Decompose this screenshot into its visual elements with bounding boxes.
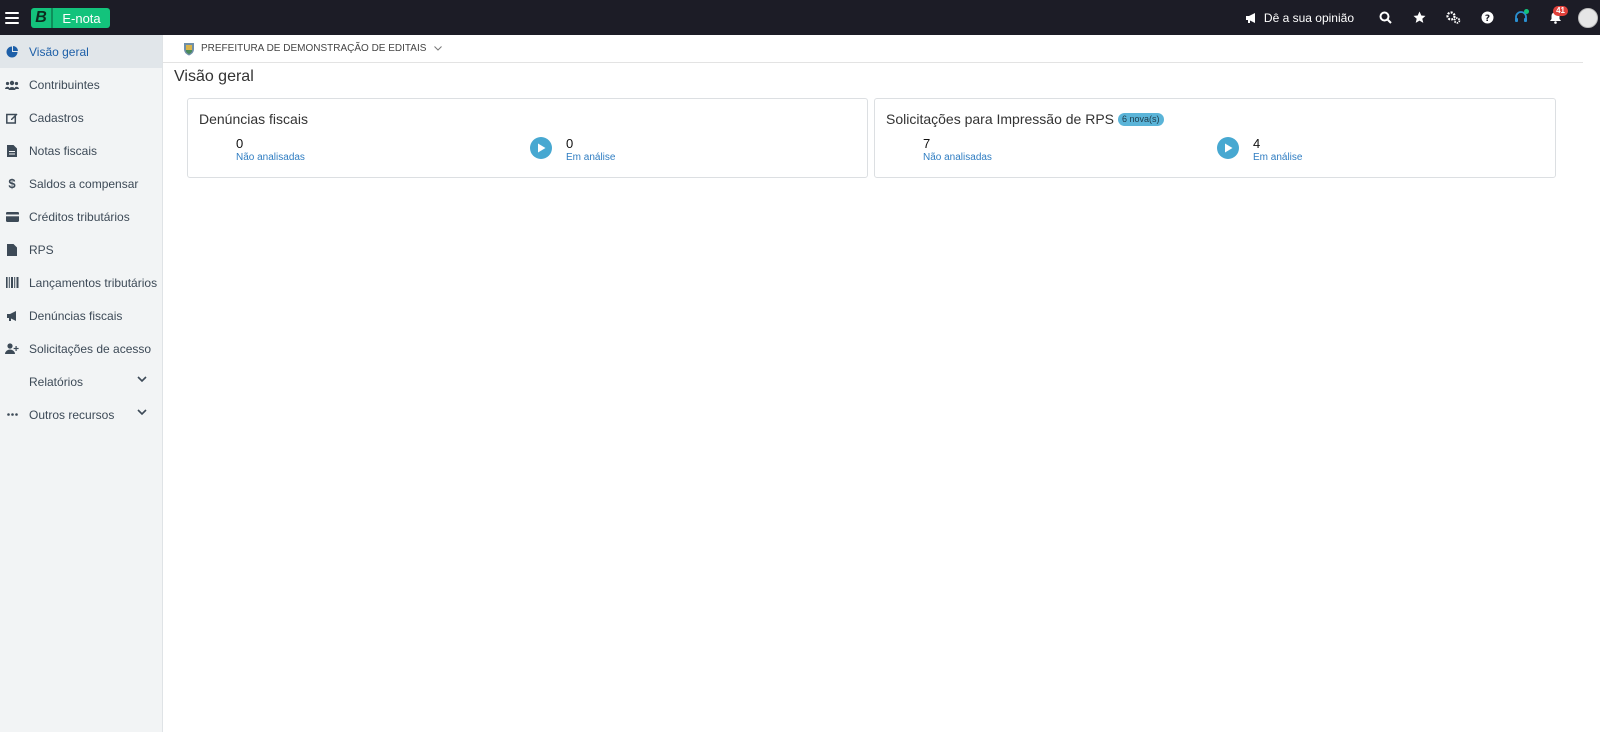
support-button[interactable]: [1504, 0, 1538, 35]
sidebar: Visão geral Contribuintes Cadastros Nota…: [0, 35, 163, 732]
crest-icon: [184, 42, 194, 55]
stat-link[interactable]: Não analisadas: [923, 152, 992, 164]
ellipsis-icon: [5, 408, 19, 422]
sidebar-item-label: Relatórios: [29, 374, 84, 389]
cogs-icon: [1445, 11, 1460, 24]
sidebar-item-denuncias-fiscais[interactable]: Denúncias fiscais: [0, 299, 162, 332]
bullhorn-icon: [1245, 12, 1255, 23]
sidebar-item-lancamentos-tributarios[interactable]: Lançamentos tributários: [0, 266, 162, 299]
sidebar-item-label: Créditos tributários: [29, 209, 130, 224]
sidebar-item-outros-recursos[interactable]: Outros recursos: [0, 398, 162, 431]
blank-icon: [5, 375, 19, 389]
online-indicator: [1524, 9, 1529, 14]
user-plus-icon: [5, 342, 19, 356]
sidebar-item-label: RPS: [29, 242, 54, 257]
stat-em-analise[interactable]: 0 Em análise: [566, 136, 615, 164]
sidebar-item-label: Solicitações de acesso: [29, 341, 152, 356]
edit-icon: [5, 111, 19, 125]
breadcrumb[interactable]: PREFEITURA DE DEMONSTRAÇÃO DE EDITAIS: [163, 35, 1583, 63]
search-icon: [1379, 11, 1392, 24]
sidebar-item-label: Saldos a compensar: [29, 176, 139, 191]
sidebar-item-label: Visão geral: [29, 44, 89, 59]
top-actions: Dê a sua opinião ? 41: [1245, 0, 1600, 35]
sidebar-item-label: Cadastros: [29, 110, 84, 125]
sidebar-item-relatorios[interactable]: Relatórios: [0, 365, 162, 398]
play-icon: [1224, 143, 1232, 153]
sidebar-item-label: Lançamentos tributários: [29, 275, 158, 290]
sidebar-item-label: Notas fiscais: [29, 143, 98, 158]
feedback-label: Dê a sua opinião: [1263, 10, 1354, 25]
favorites-button[interactable]: [1402, 0, 1436, 35]
stat-value: 4: [1253, 136, 1261, 151]
sidebar-item-label: Outros recursos: [29, 407, 115, 422]
menu-toggle-icon[interactable]: [5, 11, 19, 24]
new-count-badge: 6 nova(s): [1118, 112, 1164, 126]
play-button[interactable]: [1217, 137, 1239, 159]
logo-name: E-nota: [62, 10, 101, 26]
users-icon: [5, 78, 19, 92]
file-text-icon: [5, 144, 19, 158]
card-title: Solicitações para Impressão de RPS 6 nov…: [886, 111, 1164, 127]
logo-letter: B: [35, 9, 47, 26]
stat-em-analise[interactable]: 4 Em análise: [1253, 136, 1302, 164]
stat-nao-analisadas[interactable]: 0 Não analisadas: [236, 136, 305, 164]
top-bar: B E-nota Dê a sua opinião ? 41: [0, 0, 1600, 35]
card-title-text: Solicitações para Impressão de RPS: [886, 111, 1114, 127]
avatar[interactable]: [1578, 7, 1598, 28]
sidebar-item-cadastros[interactable]: Cadastros: [0, 101, 162, 134]
svg-text:?: ?: [1484, 14, 1489, 24]
sidebar-item-label: Denúncias fiscais: [29, 308, 123, 323]
feedback-button[interactable]: Dê a sua opinião: [1245, 11, 1354, 25]
stat-value: 0: [236, 136, 244, 151]
sidebar-item-label: Contribuintes: [29, 77, 100, 92]
stat-value: 7: [923, 136, 931, 151]
dollar-icon: $: [8, 176, 16, 191]
stat-value: 0: [566, 136, 574, 151]
chevron-down-icon: [137, 409, 147, 416]
card-denuncias-fiscais: Denúncias fiscais 0 Não analisadas 0 Em …: [187, 98, 868, 178]
sidebar-item-contribuintes[interactable]: Contribuintes: [0, 68, 162, 101]
play-icon: [537, 143, 545, 153]
chevron-down-icon: [137, 376, 147, 383]
chart-pie-icon: [5, 45, 19, 59]
sidebar-item-notas-fiscais[interactable]: Notas fiscais: [0, 134, 162, 167]
bullhorn-icon: [5, 309, 19, 323]
app-logo[interactable]: B E-nota: [31, 8, 110, 28]
card-title-text: Denúncias fiscais: [199, 111, 308, 127]
file-icon: [5, 243, 19, 257]
star-icon: [1413, 11, 1425, 23]
sidebar-item-visao-geral[interactable]: Visão geral: [0, 35, 162, 68]
stat-link[interactable]: Não analisadas: [236, 152, 305, 164]
stat-link[interactable]: Em análise: [1253, 152, 1302, 164]
barcode-icon: [5, 276, 19, 290]
stat-nao-analisadas[interactable]: 7 Não analisadas: [923, 136, 992, 164]
search-button[interactable]: [1368, 0, 1402, 35]
notifications-button[interactable]: 41: [1538, 0, 1572, 35]
play-button[interactable]: [530, 137, 552, 159]
sidebar-item-creditos-tributarios[interactable]: Créditos tributários: [0, 200, 162, 233]
breadcrumb-label: PREFEITURA DE DEMONSTRAÇÃO DE EDITAIS: [201, 43, 427, 54]
help-icon: ?: [1481, 11, 1493, 24]
sidebar-item-saldos-a-compensar[interactable]: $ Saldos a compensar: [0, 167, 162, 200]
notification-count: 41: [1553, 6, 1568, 16]
card-title: Denúncias fiscais: [199, 111, 308, 127]
help-button[interactable]: ?: [1470, 0, 1504, 35]
chevron-down-icon: [434, 46, 443, 51]
sidebar-item-solicitacoes-de-acesso[interactable]: Solicitações de acesso: [0, 332, 162, 365]
credit-card-icon: [5, 210, 19, 224]
page-title: Visão geral: [174, 68, 254, 85]
sidebar-item-rps[interactable]: RPS: [0, 233, 162, 266]
main-content: PREFEITURA DE DEMONSTRAÇÃO DE EDITAIS Vi…: [163, 35, 1600, 732]
stat-link[interactable]: Em análise: [566, 152, 615, 164]
card-solicitacoes-impressao-rps: Solicitações para Impressão de RPS 6 nov…: [874, 98, 1556, 178]
settings-button[interactable]: [1436, 0, 1470, 35]
